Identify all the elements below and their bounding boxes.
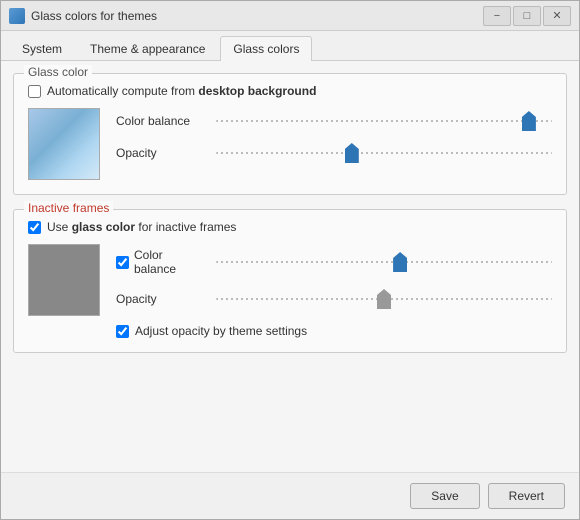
app-window: Glass colors for themes − □ ✕ System The… <box>0 0 580 520</box>
inactive-color-swatch <box>28 244 100 316</box>
revert-button[interactable]: Revert <box>488 483 565 509</box>
maximize-button[interactable]: □ <box>513 6 541 26</box>
close-button[interactable]: ✕ <box>543 6 571 26</box>
glass-color-balance-track <box>216 112 552 130</box>
tab-theme[interactable]: Theme & appearance <box>77 36 218 61</box>
glass-color-balance-slider[interactable] <box>216 119 552 123</box>
inactive-sliders: Color balance Opacity <box>116 244 552 338</box>
inactive-color-balance-track <box>216 253 552 271</box>
glass-sliders: Color balance Opacity <box>116 108 552 162</box>
glass-color-balance-label: Color balance <box>116 114 206 128</box>
glass-color-preview-row: Color balance Opacity <box>28 108 552 180</box>
save-button[interactable]: Save <box>410 483 479 509</box>
content-area: Glass color Automatically compute from d… <box>1 61 579 472</box>
glass-opacity-track <box>216 144 552 162</box>
tab-system[interactable]: System <box>9 36 75 61</box>
auto-compute-row: Automatically compute from desktop backg… <box>28 84 552 98</box>
inactive-frames-section-title: Inactive frames <box>24 201 113 215</box>
inactive-opacity-track <box>216 290 552 308</box>
inactive-opacity-label: Opacity <box>116 292 206 306</box>
inactive-color-balance-label: Color balance <box>116 248 206 276</box>
glass-opacity-slider[interactable] <box>216 151 552 155</box>
window-title: Glass colors for themes <box>31 9 157 23</box>
auto-compute-label[interactable]: Automatically compute from desktop backg… <box>47 84 316 98</box>
use-glass-checkbox[interactable] <box>28 221 41 234</box>
footer: Save Revert <box>1 472 579 519</box>
glass-color-swatch <box>28 108 100 180</box>
use-glass-row: Use glass color for inactive frames <box>28 220 552 234</box>
glass-color-section: Glass color Automatically compute from d… <box>13 73 567 195</box>
glass-color-balance-row: Color balance <box>116 112 552 130</box>
glass-opacity-row: Opacity <box>116 144 552 162</box>
use-glass-label[interactable]: Use glass color for inactive frames <box>47 220 236 234</box>
title-bar-controls: − □ ✕ <box>483 6 571 26</box>
inactive-opacity-slider[interactable] <box>216 297 552 301</box>
adjust-opacity-checkbox[interactable] <box>116 325 129 338</box>
tabs-bar: System Theme & appearance Glass colors <box>1 31 579 61</box>
inactive-frames-section: Inactive frames Use glass color for inac… <box>13 209 567 353</box>
auto-compute-checkbox[interactable] <box>28 85 41 98</box>
inactive-color-balance-slider[interactable] <box>216 260 552 264</box>
title-bar-left: Glass colors for themes <box>9 8 157 24</box>
title-bar: Glass colors for themes − □ ✕ <box>1 1 579 31</box>
inactive-color-balance-row: Color balance <box>116 248 552 276</box>
glass-opacity-label: Opacity <box>116 146 206 160</box>
inactive-color-preview-row: Color balance Opacity <box>28 244 552 338</box>
inactive-color-balance-checkbox[interactable] <box>116 256 129 269</box>
app-icon <box>9 8 25 24</box>
minimize-button[interactable]: − <box>483 6 511 26</box>
inactive-opacity-row: Opacity <box>116 290 552 308</box>
adjust-opacity-row: Adjust opacity by theme settings <box>116 324 552 338</box>
tab-glass[interactable]: Glass colors <box>220 36 312 61</box>
glass-color-section-title: Glass color <box>24 65 92 79</box>
adjust-opacity-label[interactable]: Adjust opacity by theme settings <box>135 324 307 338</box>
